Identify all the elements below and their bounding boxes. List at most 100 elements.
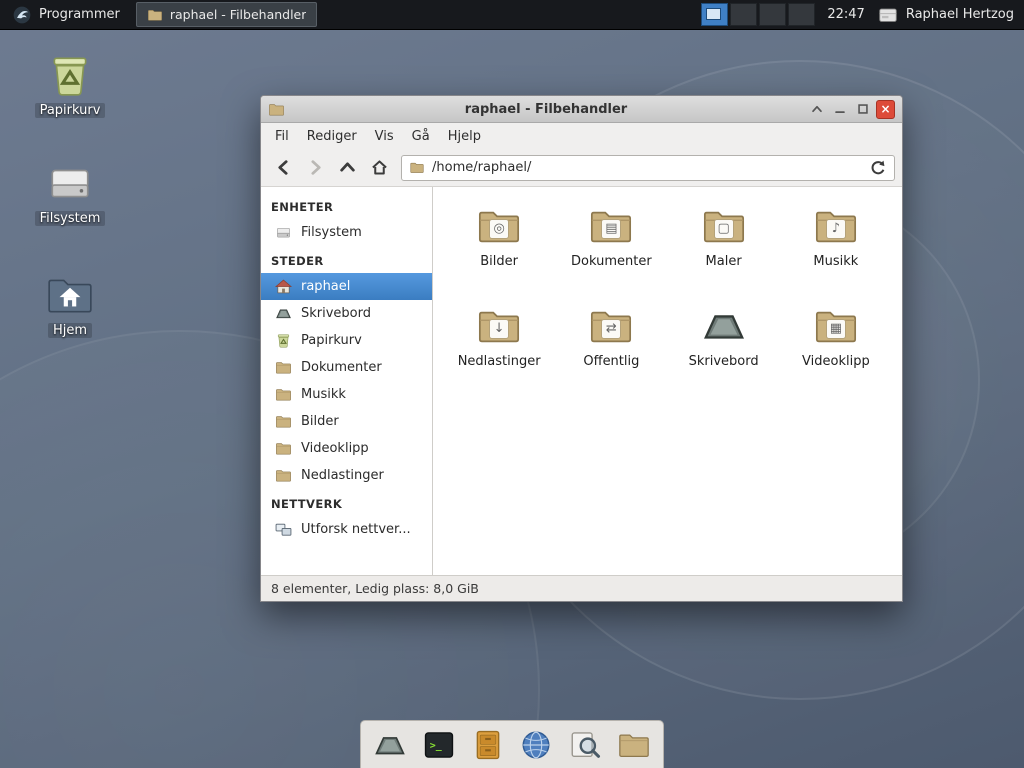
- sidebar-item-dokumenter[interactable]: Dokumenter: [261, 354, 432, 381]
- file-label: Offentlig: [583, 354, 639, 369]
- desktop-icon-home[interactable]: Hjem: [27, 270, 113, 338]
- sidebar-item-label: Skrivebord: [301, 306, 371, 321]
- show-desktop-launcher[interactable]: [368, 724, 412, 766]
- file-grid: ◎ Bilder ▤Dokumenter ▢ Maler ♪ Musikk ↓ Nedlasti…: [433, 187, 902, 575]
- close-button[interactable]: ×: [876, 100, 895, 119]
- folder-icon: [275, 467, 292, 484]
- sidebar-item-skrivebord[interactable]: Skrivebord: [261, 300, 432, 327]
- desktop-icon: [275, 305, 292, 322]
- workspace-2[interactable]: [730, 3, 757, 26]
- sidebar-item-label: Filsystem: [301, 225, 362, 240]
- file-label: Nedlastinger: [458, 354, 541, 369]
- menu-rediger[interactable]: Rediger: [298, 126, 366, 147]
- workspace-1[interactable]: [701, 3, 728, 26]
- back-button[interactable]: [268, 154, 298, 182]
- folder-icon: [275, 440, 292, 457]
- trash-icon: [45, 50, 95, 100]
- trash-icon: [275, 332, 292, 349]
- sidebar-section-header-steder: STEDER: [261, 246, 432, 273]
- menu-fil[interactable]: Fil: [266, 126, 298, 147]
- folder-icon: ▤: [585, 203, 637, 249]
- sidebar-item-nedlastinger[interactable]: Nedlastinger: [261, 462, 432, 489]
- menu-vis[interactable]: Vis: [366, 126, 403, 147]
- drive-icon: [45, 158, 95, 208]
- file-item-maler[interactable]: ▢ Maler: [676, 203, 772, 303]
- folder-icon: ⇄: [585, 303, 637, 349]
- folder-icon: ▦: [810, 303, 862, 349]
- globe-icon: [519, 728, 553, 762]
- file-manager-launcher[interactable]: [612, 724, 656, 766]
- shade-button[interactable]: [807, 100, 826, 119]
- file-item-musikk[interactable]: ♪ Musikk: [788, 203, 884, 303]
- taskbar-window-button[interactable]: raphael - Filbehandler: [136, 2, 318, 27]
- sidebar-item-papirkurv[interactable]: Papirkurv: [261, 327, 432, 354]
- sidebar-item-label: Musikk: [301, 387, 346, 402]
- desktop-icon: [698, 303, 750, 349]
- drive-icon: [275, 224, 292, 241]
- web-browser-launcher[interactable]: [514, 724, 558, 766]
- sidebar-item-bilder[interactable]: Bilder: [261, 408, 432, 435]
- home-button[interactable]: [364, 154, 394, 182]
- app-finder-launcher[interactable]: [563, 724, 607, 766]
- workspace-3[interactable]: [759, 3, 786, 26]
- workspace-4[interactable]: [788, 3, 815, 26]
- file-label: Bilder: [480, 254, 518, 269]
- menu-ga[interactable]: Gå: [403, 126, 439, 147]
- path-text: /home/raphael/: [432, 160, 531, 175]
- folder-icon: [617, 728, 651, 762]
- applications-menu-button[interactable]: Programmer: [0, 0, 132, 29]
- sidebar-item-label: Dokumenter: [301, 360, 382, 375]
- toolbar: /home/raphael/: [261, 149, 902, 187]
- menubar: Fil Rediger Vis Gå Hjelp: [261, 123, 902, 149]
- file-label: Skrivebord: [689, 354, 759, 369]
- user-menu[interactable]: Raphael Hertzog: [877, 4, 1018, 26]
- file-item-dokumenter[interactable]: ▤Dokumenter: [563, 203, 659, 303]
- sidebar-item-label: Bilder: [301, 414, 339, 429]
- applications-menu-label: Programmer: [39, 7, 120, 22]
- sidebar-item-label: Utforsk nettver...: [301, 522, 411, 537]
- window-title: raphael - Filbehandler: [289, 102, 803, 117]
- sidebar-item-utforsk-nettver[interactable]: Utforsk nettver...: [261, 516, 432, 543]
- file-cabinet-launcher[interactable]: [466, 724, 510, 766]
- folder-icon: ♪: [810, 203, 862, 249]
- clock[interactable]: 22:47: [827, 7, 864, 22]
- menu-hjelp[interactable]: Hjelp: [439, 126, 490, 147]
- sidebar-item-videoklipp[interactable]: Videoklipp: [261, 435, 432, 462]
- folder-icon: [275, 359, 292, 376]
- terminal-launcher[interactable]: >_: [417, 724, 461, 766]
- desktop-icon-label: Papirkurv: [35, 103, 106, 118]
- user-badge-icon: [877, 4, 899, 26]
- file-item-bilder[interactable]: ◎ Bilder: [451, 203, 547, 303]
- file-item-offentlig[interactable]: ⇄ Offentlig: [563, 303, 659, 403]
- reload-button[interactable]: [869, 159, 887, 177]
- titlebar[interactable]: raphael - Filbehandler ×: [261, 96, 902, 123]
- sidebar-item-label: Nedlastinger: [301, 468, 384, 483]
- folder-icon: ↓: [473, 303, 525, 349]
- forward-button[interactable]: [300, 154, 330, 182]
- minimize-button[interactable]: [830, 100, 849, 119]
- emblem-share-icon: ⇄: [601, 319, 621, 339]
- file-item-videoklipp[interactable]: ▦Videoklipp: [788, 303, 884, 403]
- emblem-music-icon: ♪: [826, 219, 846, 239]
- desktop-icon-filesystem[interactable]: Filsystem: [27, 158, 113, 226]
- workspace-switcher: [699, 3, 815, 26]
- network-icon: [275, 521, 292, 538]
- emblem-document-icon: ▤: [601, 219, 621, 239]
- sidebar-item-musikk[interactable]: Musikk: [261, 381, 432, 408]
- path-entry[interactable]: /home/raphael/: [401, 155, 895, 181]
- sidebar-item-raphael[interactable]: raphael: [261, 273, 432, 300]
- desktop-icon-trash[interactable]: Papirkurv: [27, 50, 113, 118]
- file-item-skrivebord[interactable]: Skrivebord: [676, 303, 772, 403]
- window-task-icon: [147, 7, 163, 23]
- file-label: Musikk: [813, 254, 858, 269]
- file-item-nedlastinger[interactable]: ↓ Nedlastinger: [451, 303, 547, 403]
- sidebar-item-filsystem[interactable]: Filsystem: [261, 219, 432, 246]
- maximize-button[interactable]: [853, 100, 872, 119]
- emblem-camera-icon: ◎: [489, 219, 509, 239]
- user-name-label: Raphael Hertzog: [906, 7, 1014, 22]
- file-label: Maler: [706, 254, 742, 269]
- panel-right-cluster: 22:47 Raphael Hertzog: [699, 3, 1024, 26]
- folder-icon: ▢: [698, 203, 750, 249]
- sidebar-item-label: Videoklipp: [301, 441, 369, 456]
- up-button[interactable]: [332, 154, 362, 182]
